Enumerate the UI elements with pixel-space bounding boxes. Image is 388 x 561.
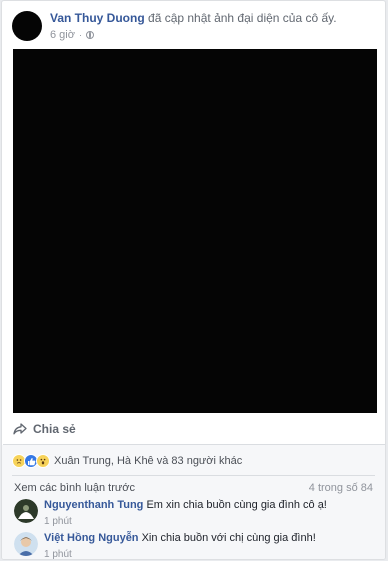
post-meta: 6 giờ · (50, 28, 380, 42)
comment-time[interactable]: 1 phút (44, 516, 374, 527)
post-title-line: Van Thuy Duong đã cập nhật ảnh đại diện … (50, 10, 380, 26)
share-button[interactable]: Chia sẻ (13, 419, 76, 439)
commenter-avatar[interactable] (14, 499, 38, 523)
post-card: Van Thuy Duong đã cập nhật ảnh đại diện … (1, 0, 386, 560)
commenter-name[interactable]: Nguyenthanh Tung (44, 499, 143, 511)
comment-line: Nguyenthanh Tung Em xin chia buồn cùng g… (44, 498, 374, 512)
reactions-summary[interactable]: Xuân Trung, Hà Khê và 83 người khác (54, 455, 242, 467)
globe-icon[interactable] (85, 31, 94, 39)
author-avatar[interactable] (12, 11, 42, 41)
post-header: Van Thuy Duong đã cập nhật ảnh đại diện … (12, 9, 382, 43)
comment-body: Việt Hồng Nguyễn Xin chia buồn với chị c… (44, 531, 374, 559)
share-arrow-icon (13, 423, 27, 435)
comment-text: Xin chia buồn với chị cùng gia đình! (141, 532, 316, 544)
share-label: Chia sẻ (33, 422, 76, 436)
commenter-name[interactable]: Việt Hồng Nguyễn (44, 532, 139, 544)
divider (12, 475, 375, 476)
post-action-text: đã cập nhật ảnh đại diện của cô ấy. (148, 11, 337, 25)
comment-count: 4 trong số 84 (308, 482, 373, 494)
reactions-bar[interactable]: Xuân Trung, Hà Khê và 83 người khác (12, 453, 242, 469)
post-timestamp[interactable]: 6 giờ (50, 28, 75, 42)
comment-line: Việt Hồng Nguyễn Xin chia buồn với chị c… (44, 531, 374, 545)
view-previous-comments-link[interactable]: Xem các bình luận trước (14, 482, 135, 496)
commenter-avatar[interactable] (14, 532, 38, 556)
profile-photo[interactable] (13, 49, 377, 413)
author-name-link[interactable]: Van Thuy Duong (50, 11, 145, 25)
post-header-text: Van Thuy Duong đã cập nhật ảnh đại diện … (50, 10, 380, 42)
comments-header: Xem các bình luận trước 4 trong số 84 (14, 482, 373, 496)
comment-body: Nguyenthanh Tung Em xin chia buồn cùng g… (44, 498, 374, 527)
meta-separator: · (78, 30, 82, 40)
comment-time[interactable]: 1 phút (44, 549, 374, 559)
wow-icon (36, 454, 50, 468)
comment-text: Em xin chia buồn cùng gia đình cô ạ! (146, 499, 327, 511)
